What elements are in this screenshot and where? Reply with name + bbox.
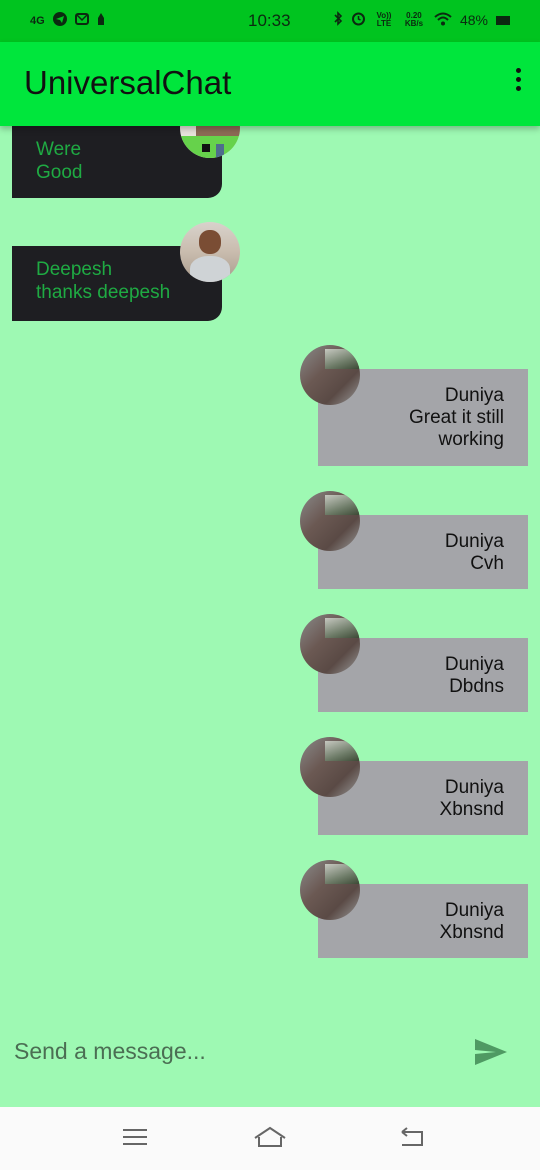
message-composer bbox=[0, 1022, 540, 1080]
mail-icon bbox=[74, 12, 89, 29]
menu-icon[interactable] bbox=[120, 1125, 152, 1153]
more-vert-icon[interactable] bbox=[510, 68, 526, 96]
speed-indicator: 0.20 KB/s bbox=[404, 11, 424, 28]
message-text: Cvh bbox=[470, 553, 504, 574]
send-icon[interactable] bbox=[474, 1038, 510, 1068]
message-input[interactable] bbox=[12, 1030, 436, 1072]
message-text: Xbnsnd bbox=[439, 799, 504, 820]
status-left: 4G bbox=[30, 12, 105, 29]
clock: 10:33 bbox=[248, 11, 291, 30]
avatar bbox=[300, 860, 360, 920]
battery-level: 48% bbox=[459, 12, 488, 28]
volte-indicator: Vo)) LTE bbox=[376, 11, 392, 28]
avatar bbox=[180, 222, 240, 282]
avatar bbox=[300, 345, 360, 405]
home-icon[interactable] bbox=[252, 1125, 290, 1153]
system-nav-bar bbox=[0, 1107, 540, 1170]
avatar bbox=[300, 491, 360, 551]
message-text: Good bbox=[36, 162, 83, 183]
app-bar: UniversalChat bbox=[0, 42, 540, 126]
message-text: working bbox=[438, 429, 504, 450]
wifi-icon bbox=[434, 12, 452, 29]
status-right: Vo)) LTE 0.20 KB/s 48% bbox=[333, 11, 510, 29]
network-indicator: 4G bbox=[30, 14, 45, 27]
message-text: Dbdns bbox=[449, 676, 504, 697]
battery-icon bbox=[496, 15, 510, 25]
status-bar: 4G 10:33 Vo)) LTE 0.20 KB/s 48% bbox=[0, 0, 540, 42]
telegram-icon bbox=[52, 12, 67, 29]
alarm-icon bbox=[351, 11, 366, 29]
message-text: thanks deepesh bbox=[36, 282, 171, 303]
bluetooth-icon bbox=[333, 11, 343, 29]
notification-icon bbox=[97, 12, 105, 29]
app-title: UniversalChat bbox=[24, 64, 232, 101]
back-icon[interactable] bbox=[396, 1125, 428, 1153]
avatar bbox=[300, 614, 360, 674]
avatar bbox=[300, 737, 360, 797]
message-text: Great it still bbox=[408, 407, 504, 428]
message-text: Xbnsnd bbox=[439, 922, 504, 943]
